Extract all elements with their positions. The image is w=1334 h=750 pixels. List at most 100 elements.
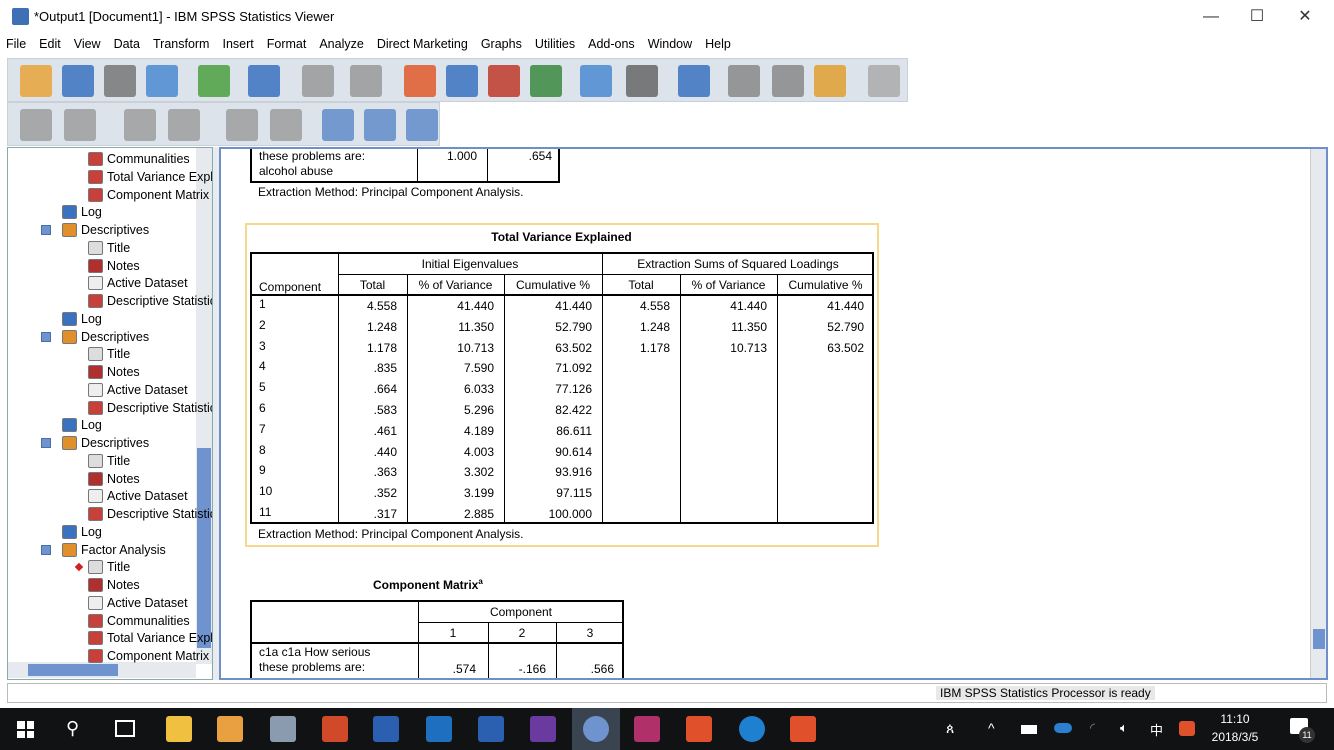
sogou-tray-icon[interactable] bbox=[1179, 721, 1195, 736]
outline-item[interactable]: Notes bbox=[88, 257, 140, 275]
scrollbar-thumb[interactable] bbox=[28, 664, 118, 676]
app-icon[interactable] bbox=[270, 716, 296, 742]
outline-item[interactable]: Active Dataset bbox=[88, 274, 188, 292]
redo-icon[interactable] bbox=[350, 65, 382, 97]
outline-item[interactable]: Descriptives bbox=[62, 434, 149, 452]
outline-item[interactable]: Total Variance Explained bbox=[88, 168, 212, 186]
edge-icon[interactable] bbox=[739, 716, 765, 742]
goto-case-icon[interactable] bbox=[446, 65, 478, 97]
collapse-toggle-icon[interactable] bbox=[41, 438, 51, 448]
collapse-toggle-icon[interactable] bbox=[41, 225, 51, 235]
menu-data[interactable]: Data bbox=[108, 33, 147, 51]
outline-item[interactable]: Title bbox=[88, 239, 130, 257]
wifi-icon[interactable]: ◜ bbox=[1090, 720, 1095, 736]
run-icon[interactable] bbox=[814, 65, 846, 97]
outline-item[interactable]: Total Variance Explained bbox=[88, 629, 212, 647]
recall-dialog-icon[interactable] bbox=[248, 65, 280, 97]
menu-view[interactable]: View bbox=[68, 33, 108, 51]
insert-title-icon[interactable] bbox=[364, 109, 396, 141]
search-icon[interactable]: ⚲ bbox=[66, 718, 79, 739]
outline-item[interactable]: Component Matrix bbox=[88, 647, 209, 665]
open-icon[interactable] bbox=[20, 65, 52, 97]
save-icon[interactable] bbox=[62, 65, 94, 97]
clock-date[interactable]: 2018/3/5 bbox=[1205, 730, 1265, 744]
variables-icon[interactable] bbox=[530, 65, 562, 97]
outline-item[interactable]: Title bbox=[88, 558, 130, 576]
maximize-button[interactable]: ☐ bbox=[1234, 0, 1280, 33]
menu-add-ons[interactable]: Add-ons bbox=[582, 33, 642, 51]
start-button[interactable] bbox=[17, 721, 34, 738]
menu-insert[interactable]: Insert bbox=[216, 33, 260, 51]
outline-item[interactable]: Notes bbox=[88, 363, 140, 381]
scrollbar-thumb[interactable] bbox=[197, 448, 211, 648]
insert-text-icon[interactable] bbox=[406, 109, 438, 141]
export-icon[interactable] bbox=[198, 65, 230, 97]
undo-icon[interactable] bbox=[302, 65, 334, 97]
menu-graphs[interactable]: Graphs bbox=[475, 33, 529, 51]
output-vertical-scrollbar[interactable] bbox=[1310, 149, 1326, 678]
goto-variable-icon[interactable] bbox=[488, 65, 520, 97]
weight-cases-icon[interactable] bbox=[678, 65, 710, 97]
outline-item[interactable]: Component Matrix bbox=[88, 186, 209, 204]
back-arrow-icon[interactable] bbox=[20, 109, 52, 141]
show-icon[interactable] bbox=[226, 109, 258, 141]
app-icon[interactable] bbox=[634, 716, 660, 742]
outlook-icon[interactable] bbox=[426, 716, 452, 742]
designate-window-icon[interactable] bbox=[580, 65, 612, 97]
app-icon[interactable] bbox=[790, 716, 816, 742]
task-view-icon[interactable] bbox=[115, 720, 135, 737]
spss-taskbar-active[interactable] bbox=[572, 708, 620, 750]
disabled-icon[interactable] bbox=[868, 65, 900, 97]
outline-item[interactable]: Title bbox=[88, 345, 130, 363]
mplus-icon[interactable] bbox=[530, 716, 556, 742]
outline-item[interactable]: Active Dataset bbox=[88, 594, 188, 612]
menu-analyze[interactable]: Analyze bbox=[313, 33, 370, 51]
outline-item[interactable]: Descriptive Statistics bbox=[88, 292, 212, 310]
powerpoint-icon[interactable] bbox=[322, 716, 348, 742]
word-icon[interactable] bbox=[478, 716, 504, 742]
menu-window[interactable]: Window bbox=[642, 33, 699, 51]
media-player-icon[interactable] bbox=[217, 716, 243, 742]
people-icon[interactable]: ጰ bbox=[946, 720, 954, 737]
minimize-button[interactable]: — bbox=[1188, 0, 1234, 33]
script-icon[interactable] bbox=[728, 65, 760, 97]
goto-data-icon[interactable] bbox=[404, 65, 436, 97]
outline-item[interactable]: Communalities bbox=[88, 612, 190, 630]
menu-help[interactable]: Help bbox=[699, 33, 738, 51]
outline-item[interactable]: Descriptive Statistics bbox=[88, 399, 212, 417]
collapse-icon[interactable] bbox=[168, 109, 200, 141]
collapse-toggle-icon[interactable] bbox=[41, 331, 51, 342]
battery-icon[interactable] bbox=[1021, 725, 1037, 734]
menu-direct-marketing[interactable]: Direct Marketing bbox=[371, 33, 475, 51]
select-cases-icon[interactable] bbox=[626, 65, 658, 97]
onedrive-icon[interactable] bbox=[1054, 723, 1072, 733]
menu-file[interactable]: File bbox=[0, 33, 33, 51]
menu-utilities[interactable]: Utilities bbox=[529, 33, 582, 51]
hide-icon[interactable] bbox=[270, 109, 302, 141]
outline-item[interactable]: Descriptives bbox=[62, 221, 149, 239]
volume-icon[interactable]: 🔈︎ bbox=[1120, 720, 1128, 736]
forward-arrow-icon[interactable] bbox=[64, 109, 96, 141]
scrollbar-thumb[interactable] bbox=[1313, 629, 1325, 649]
outline-item[interactable]: Notes bbox=[88, 576, 140, 594]
outline-item[interactable]: Communalities bbox=[88, 150, 190, 168]
menu-format[interactable]: Format bbox=[261, 33, 314, 51]
outline-item[interactable]: Log bbox=[62, 203, 102, 221]
expand-icon[interactable] bbox=[124, 109, 156, 141]
outline-item[interactable]: Active Dataset bbox=[88, 487, 188, 505]
print-icon[interactable] bbox=[104, 65, 136, 97]
close-button[interactable]: ✕ bbox=[1282, 0, 1328, 33]
outline-item[interactable]: Notes bbox=[88, 470, 140, 488]
sogou-icon[interactable] bbox=[686, 716, 712, 742]
outline-item[interactable]: Active Dataset bbox=[88, 381, 188, 399]
outline-item[interactable]: Log bbox=[62, 523, 102, 541]
collapse-toggle-icon[interactable] bbox=[41, 544, 51, 555]
syntax-icon[interactable] bbox=[772, 65, 804, 97]
print-preview-icon[interactable] bbox=[146, 65, 178, 97]
outline-item[interactable]: Factor Analysis bbox=[62, 541, 166, 559]
word-doc-icon[interactable] bbox=[373, 716, 399, 742]
outline-item[interactable]: Descriptives bbox=[62, 328, 149, 346]
outline-item[interactable]: Descriptive Statistics bbox=[88, 505, 212, 523]
menu-transform[interactable]: Transform bbox=[147, 33, 217, 51]
outline-item[interactable]: Title bbox=[88, 452, 130, 470]
